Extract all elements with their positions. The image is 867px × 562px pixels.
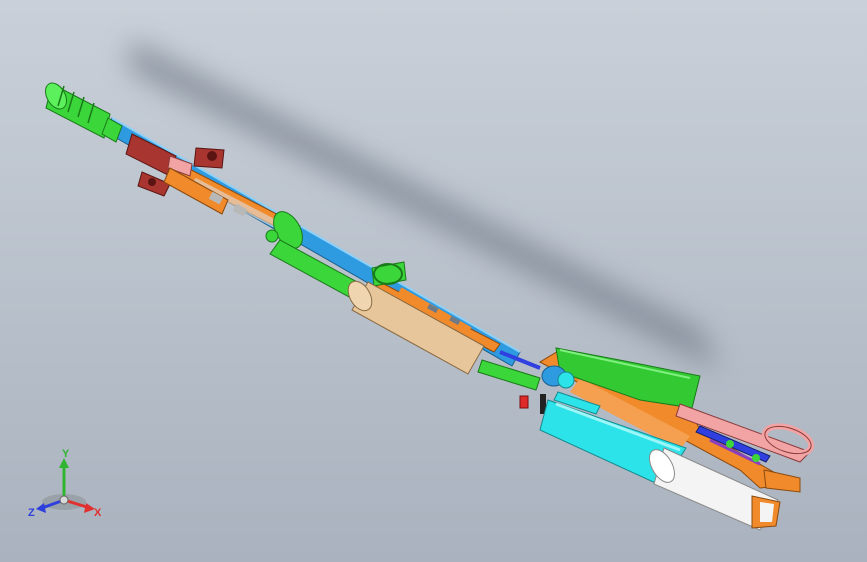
graphics-viewport[interactable]: Y X Z bbox=[0, 0, 867, 562]
x-axis-label: X bbox=[94, 507, 102, 519]
y-axis-label: Y bbox=[62, 448, 70, 460]
z-axis-label: Z bbox=[28, 507, 35, 519]
rifle-assembly-model[interactable] bbox=[0, 0, 867, 562]
coordinate-triad: Y X Z bbox=[28, 448, 102, 519]
rear-handguard-ring[interactable] bbox=[371, 261, 407, 287]
muzzle-brake[interactable] bbox=[41, 79, 123, 143]
